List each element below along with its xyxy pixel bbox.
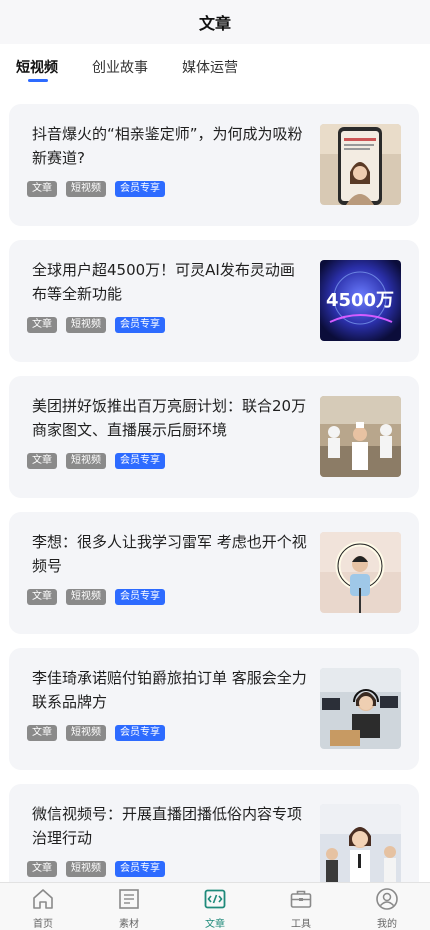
nav-label: 工具 [291, 919, 311, 930]
nav-label: 我的 [377, 919, 397, 930]
tab-media-operations[interactable]: 媒体运营 [182, 44, 238, 90]
tag-list: 文章 短视频 会员专享 [27, 181, 165, 197]
tag-list: 文章 短视频 会员专享 [27, 725, 165, 741]
tag-badge: 文章 [27, 317, 57, 333]
article-title: 抖音爆火的“相亲鉴定师”，为何成为吸粉新赛道? [32, 125, 303, 167]
toolbox-icon [290, 890, 312, 908]
tag-badge: 文章 [27, 861, 57, 877]
thumbnail-caption: 4500万 [326, 290, 394, 311]
tab-label: 媒体运营 [182, 60, 238, 76]
article-thumbnail: 4500万 [320, 260, 401, 341]
tab-label: 短视频 [16, 60, 58, 76]
tag-list: 文章 短视频 会员专享 [27, 317, 165, 333]
tab-label: 创业故事 [92, 60, 148, 76]
tag-badge: 短视频 [66, 861, 106, 877]
nav-label: 素材 [119, 919, 139, 930]
vip-badge: 会员专享 [115, 317, 165, 333]
nav-home[interactable]: 首页 [0, 883, 86, 930]
tag-list: 文章 短视频 会员专享 [27, 453, 165, 469]
article-thumbnail [320, 668, 401, 749]
article-feed[interactable]: 抖音爆火的“相亲鉴定师”，为何成为吸粉新赛道? 文章 短视频 会员专享 全球用户… [0, 90, 430, 882]
tag-badge: 短视频 [66, 453, 106, 469]
nav-label: 文章 [205, 919, 225, 930]
article-title: 李佳琦承诺赔付铂爵旅拍订单 客服会全力联系品牌方 [32, 669, 307, 711]
article-card[interactable]: 李佳琦承诺赔付铂爵旅拍订单 客服会全力联系品牌方 文章 短视频 会员专享 [9, 648, 419, 770]
tag-badge: 短视频 [66, 317, 106, 333]
nav-tools[interactable]: 工具 [258, 883, 344, 930]
article-title: 微信视频号：开展直播团播低俗内容专项治理行动 [32, 805, 303, 847]
vip-badge: 会员专享 [115, 861, 165, 877]
tag-badge: 文章 [27, 181, 57, 197]
article-title: 李想：很多人让我学习雷军 考虑也开个视频号 [32, 533, 307, 575]
article-thumbnail [320, 804, 401, 882]
tag-badge: 短视频 [66, 725, 106, 741]
article-card[interactable]: 全球用户超4500万！可灵AI发布灵动画布等全新功能 文章 短视频 会员专享 4… [9, 240, 419, 362]
nav-label: 首页 [33, 919, 53, 930]
article-thumbnail [320, 532, 401, 613]
category-tabs: 短视频 创业故事 媒体运营 [0, 44, 430, 90]
article-card[interactable]: 李想：很多人让我学习雷军 考虑也开个视频号 文章 短视频 会员专享 [9, 512, 419, 634]
tag-badge: 短视频 [66, 589, 106, 605]
tag-badge: 文章 [27, 589, 57, 605]
vip-badge: 会员专享 [115, 589, 165, 605]
vip-badge: 会员专享 [115, 725, 165, 741]
tab-short-video[interactable]: 短视频 [16, 44, 58, 90]
nav-materials[interactable]: 素材 [86, 883, 172, 930]
article-card[interactable]: 抖音爆火的“相亲鉴定师”，为何成为吸粉新赛道? 文章 短视频 会员专享 [9, 104, 419, 226]
article-code-icon [204, 889, 226, 909]
article-thumbnail [320, 124, 401, 205]
bottom-tab-bar: 首页 素材 文章 工具 我的 [0, 882, 430, 930]
article-card[interactable]: 美团拼好饭推出百万亮厨计划：联合20万商家图文、直播展示后厨环境 文章 短视频 … [9, 376, 419, 498]
vip-badge: 会员专享 [115, 181, 165, 197]
article-card[interactable]: 微信视频号：开展直播团播低俗内容专项治理行动 文章 短视频 会员专享 [9, 784, 419, 882]
tag-badge: 文章 [27, 453, 57, 469]
profile-icon [376, 888, 398, 910]
top-header: 文章 [0, 0, 430, 44]
tag-list: 文章 短视频 会员专享 [27, 589, 165, 605]
material-icon [119, 889, 139, 909]
tag-badge: 短视频 [66, 181, 106, 197]
article-title: 全球用户超4500万！可灵AI发布灵动画布等全新功能 [32, 261, 295, 303]
tab-startup-stories[interactable]: 创业故事 [92, 44, 148, 90]
home-icon [33, 889, 53, 909]
vip-badge: 会员专享 [115, 453, 165, 469]
nav-profile[interactable]: 我的 [344, 883, 430, 930]
article-thumbnail [320, 396, 401, 477]
tag-badge: 文章 [27, 725, 57, 741]
article-title: 美团拼好饭推出百万亮厨计划：联合20万商家图文、直播展示后厨环境 [32, 397, 307, 439]
active-tab-indicator [28, 79, 48, 82]
tag-list: 文章 短视频 会员专享 [27, 861, 165, 877]
nav-articles[interactable]: 文章 [172, 883, 258, 930]
page-title: 文章 [198, 14, 231, 33]
